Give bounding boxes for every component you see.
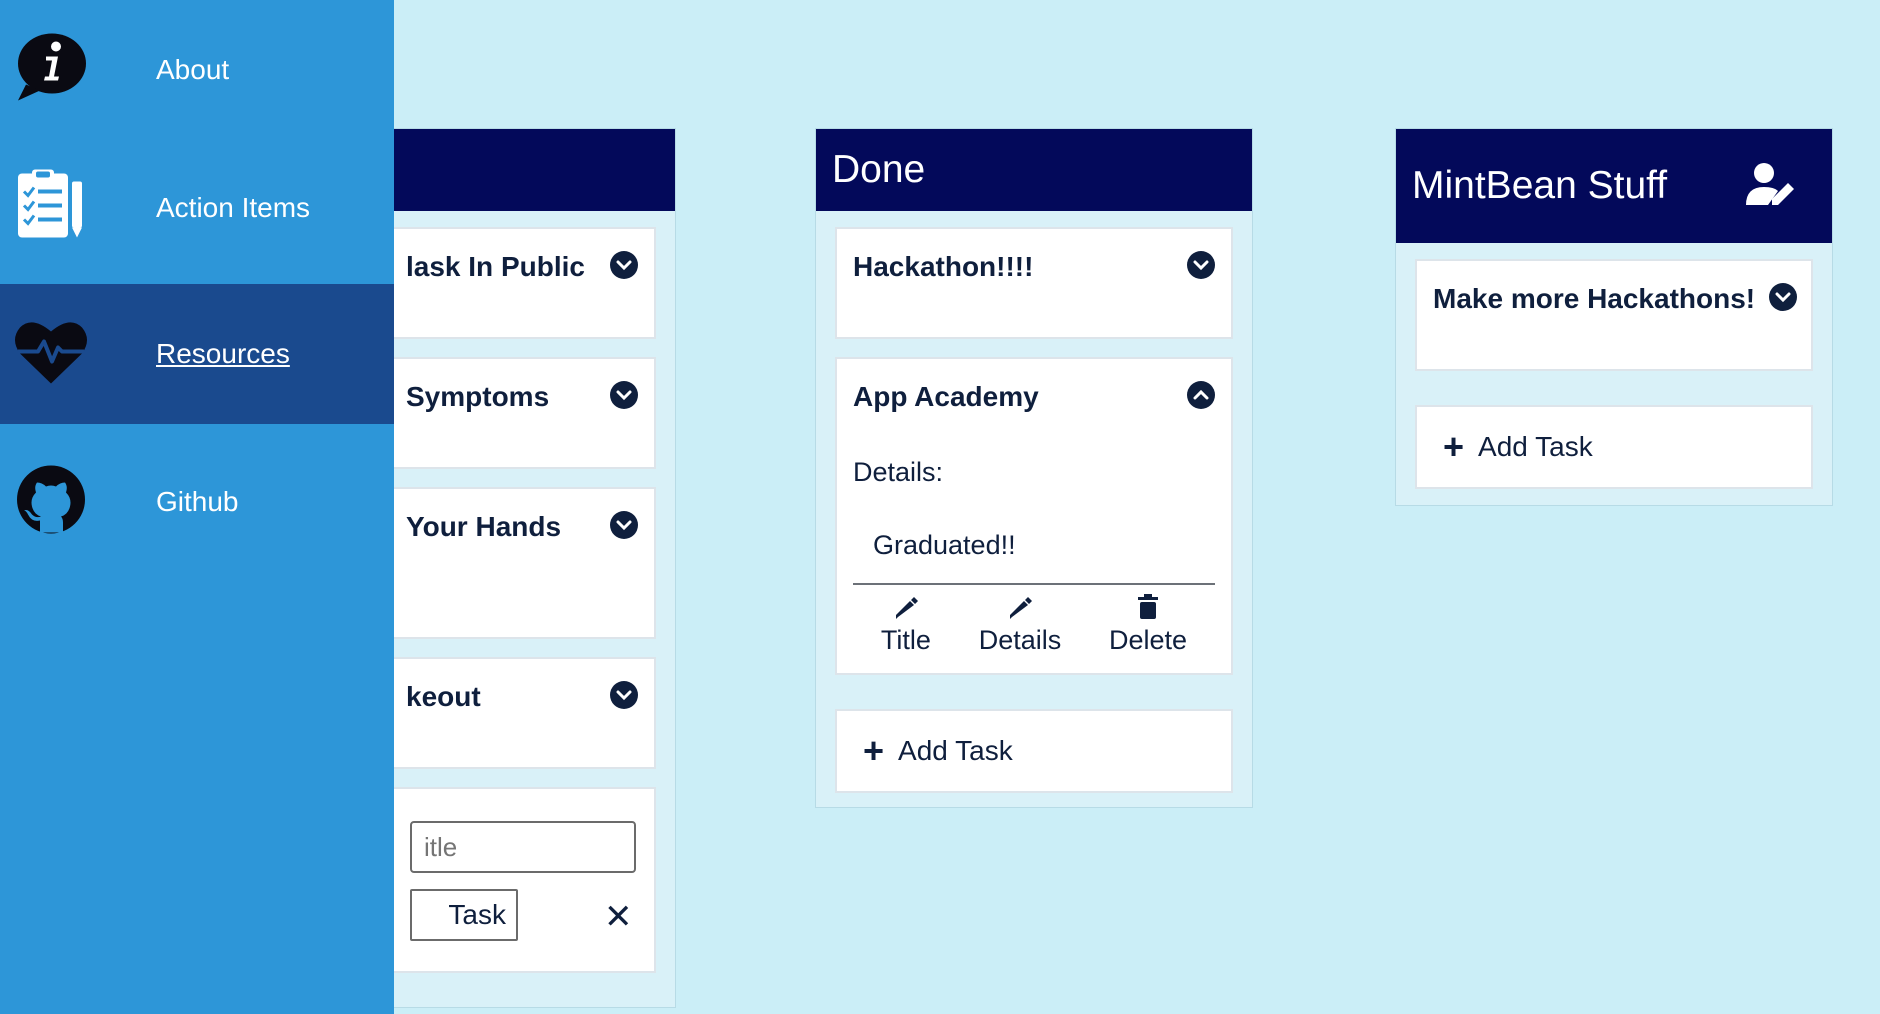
sidebar-item-label: Github xyxy=(156,486,239,517)
chevron-down-icon[interactable] xyxy=(610,381,638,409)
sidebar: About Action Items Resources Github xyxy=(0,0,394,1014)
details-text: Graduated!! xyxy=(873,530,1016,560)
sidebar-item-about[interactable]: About xyxy=(0,0,394,140)
card-actions: Title Details Delete xyxy=(837,585,1231,676)
edit-title-label: Title xyxy=(880,625,931,655)
column-done: Done Hackathon!!!! App Academy Details: … xyxy=(815,128,1253,808)
sidebar-item-github[interactable]: Github xyxy=(0,432,394,572)
column-done-header: Done xyxy=(816,129,1252,211)
column-mintbean-header: MintBean Stuff xyxy=(1396,129,1832,243)
chevron-down-icon[interactable] xyxy=(1187,251,1215,279)
sidebar-item-label: Action Items xyxy=(156,192,311,223)
task-card[interactable]: Hackathon!!!! xyxy=(835,227,1233,339)
chevron-down-icon[interactable] xyxy=(1769,283,1797,311)
sidebar-item-label: About xyxy=(156,54,230,85)
task-card-title: Symptoms xyxy=(406,381,550,412)
column-mintbean-title: MintBean Stuff xyxy=(1412,164,1668,207)
pen-icon xyxy=(895,597,918,619)
task-title-input[interactable] xyxy=(410,821,636,873)
add-task-label: Add Task xyxy=(898,735,1013,766)
github-icon xyxy=(14,463,88,542)
task-card-title: Hackathon!!!! xyxy=(853,251,1034,282)
column-done-title: Done xyxy=(832,148,926,191)
details-label: Details: xyxy=(853,457,944,487)
chevron-down-icon[interactable] xyxy=(610,251,638,279)
trash-icon xyxy=(1138,594,1159,619)
task-card-title: Your Hands xyxy=(406,511,562,542)
task-card-title: lask In Public xyxy=(406,251,585,282)
clipboard-list-icon xyxy=(14,168,88,249)
task-card[interactable]: Make more Hackathons! xyxy=(1415,259,1813,371)
plus-icon: + xyxy=(1443,426,1465,467)
sidebar-item-action-items[interactable]: Action Items xyxy=(0,138,394,278)
edit-details-button[interactable]: Details xyxy=(978,593,1062,656)
delete-label: Delete xyxy=(1109,625,1188,655)
task-card-title: App Academy xyxy=(853,381,1039,412)
info-bubble-icon xyxy=(14,31,88,110)
add-task-label: Add Task xyxy=(1478,431,1593,462)
column-mintbean: MintBean Stuff Make more Hackathons! + A… xyxy=(1395,128,1833,506)
edit-title-button[interactable]: Title xyxy=(881,593,931,656)
task-card-expanded[interactable]: App Academy Details: Graduated!! Title D… xyxy=(835,357,1233,675)
user-edit-icon[interactable] xyxy=(1746,161,1798,212)
close-icon[interactable]: ✕ xyxy=(604,897,633,937)
chevron-up-icon[interactable] xyxy=(1187,381,1215,409)
plus-icon: + xyxy=(863,730,885,771)
chevron-down-icon[interactable] xyxy=(610,511,638,539)
add-task-submit-button[interactable]: Task xyxy=(410,889,518,941)
add-task-button[interactable]: + Add Task xyxy=(835,709,1233,793)
task-card-title: keout xyxy=(406,681,481,712)
add-task-button[interactable]: + Add Task xyxy=(1415,405,1813,489)
sidebar-item-label: Resources xyxy=(156,338,290,369)
delete-task-button[interactable]: Delete xyxy=(1109,593,1187,656)
chevron-down-icon[interactable] xyxy=(610,681,638,709)
pen-icon xyxy=(1009,597,1032,619)
sidebar-item-resources[interactable]: Resources xyxy=(0,284,394,424)
heartbeat-icon xyxy=(14,318,88,391)
edit-details-label: Details xyxy=(978,625,1062,655)
task-card-title: Make more Hackathons! xyxy=(1433,283,1756,314)
